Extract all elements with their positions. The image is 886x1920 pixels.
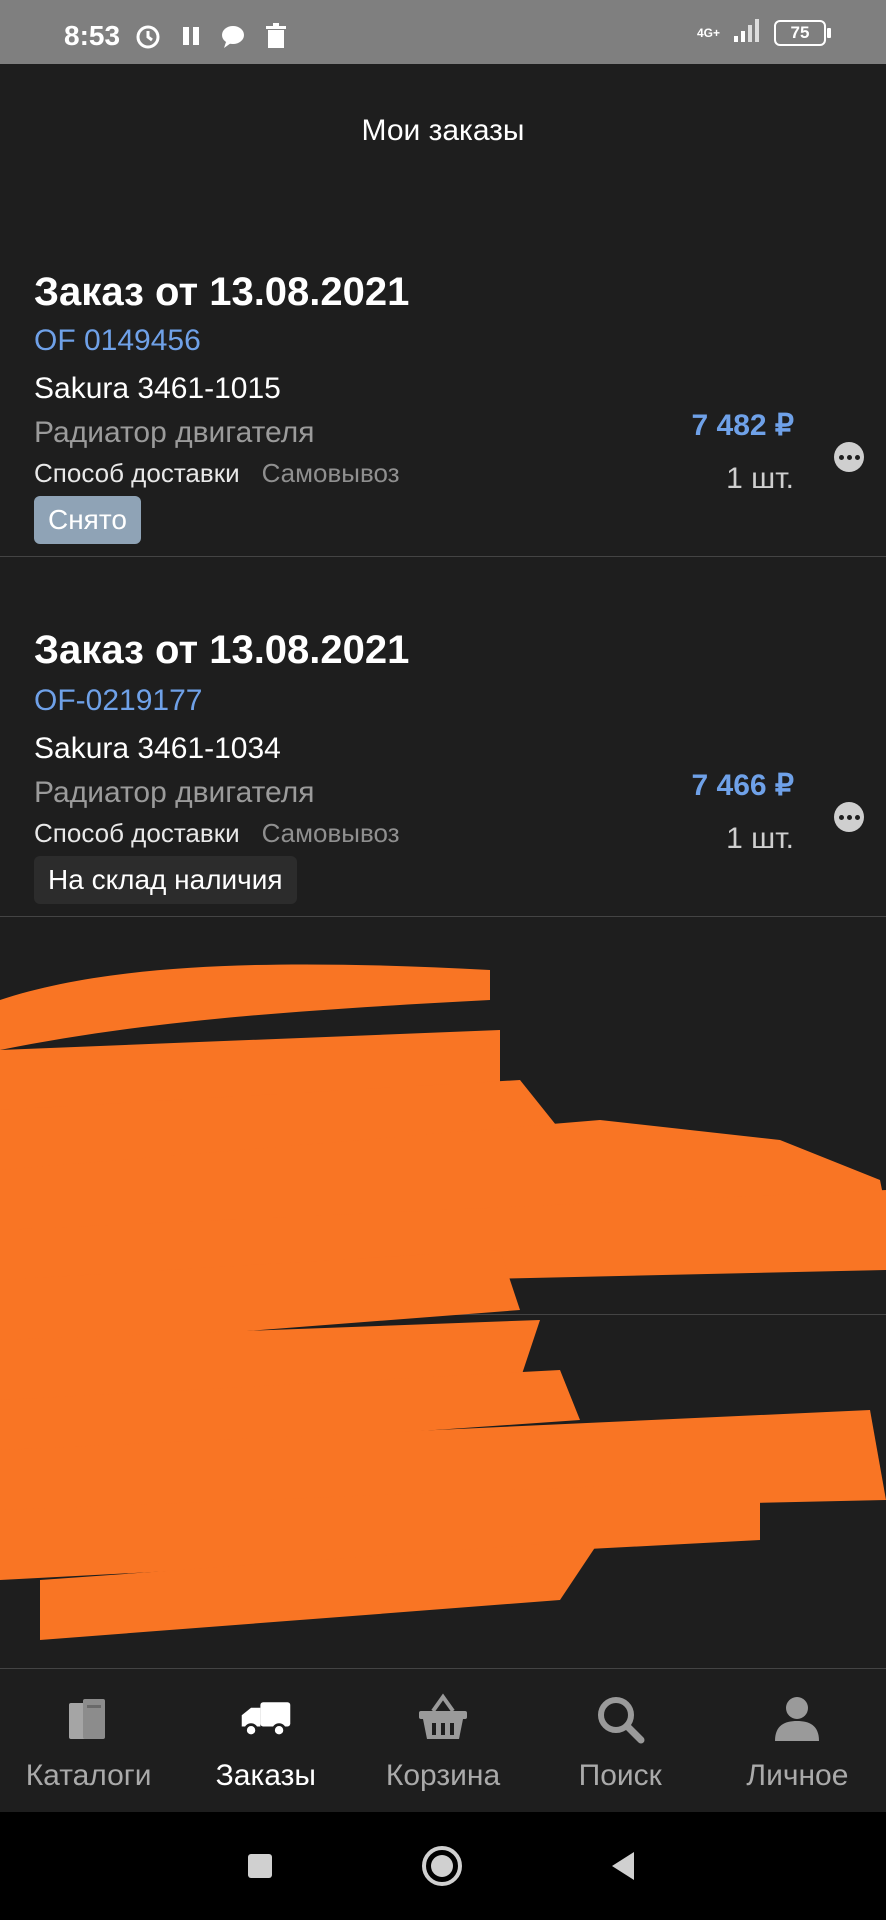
order-card[interactable]: Заказ от 13.08.2021 OF 0149456 Sakura 34… bbox=[0, 230, 886, 557]
order-number[interactable]: OF 0149456 bbox=[34, 324, 201, 358]
signal-icon bbox=[732, 18, 762, 47]
order-quantity: 1 шт. bbox=[726, 822, 794, 855]
nav-item-catalogs[interactable]: Каталоги bbox=[0, 1669, 177, 1813]
system-navigation-bar bbox=[0, 1812, 886, 1920]
pause-icon bbox=[180, 24, 202, 53]
status-system-icons: 4G+ 75 bbox=[696, 18, 831, 47]
back-button[interactable] bbox=[608, 1850, 638, 1887]
status-badge: На склад наличия bbox=[34, 856, 297, 904]
order-date: Заказ от 13.08.2021 bbox=[34, 628, 410, 672]
nav-item-profile[interactable]: Личное bbox=[709, 1669, 886, 1813]
order-number[interactable]: OF-0219177 bbox=[34, 684, 202, 718]
battery-icon: 75 bbox=[774, 19, 831, 46]
redaction-scribble bbox=[0, 964, 886, 1640]
network-label: 4G+ bbox=[696, 25, 720, 40]
person-icon bbox=[769, 1691, 825, 1747]
trash-icon bbox=[264, 23, 288, 54]
order-date: Заказ от 13.08.2021 bbox=[34, 270, 410, 314]
order-price: 7 466 ₽ bbox=[691, 769, 795, 802]
recent-apps-button[interactable] bbox=[246, 1852, 274, 1885]
nav-item-search[interactable]: Поиск bbox=[532, 1669, 709, 1813]
nav-label: Корзина bbox=[385, 1759, 501, 1792]
nav-label: Каталоги bbox=[25, 1759, 152, 1792]
nav-item-orders[interactable]: Заказы bbox=[177, 1669, 354, 1813]
nav-label: Заказы bbox=[215, 1759, 316, 1792]
status-bar: 8:53 4G+ 75 bbox=[0, 0, 886, 64]
more-options-icon[interactable] bbox=[834, 802, 864, 832]
nav-label: Поиск bbox=[578, 1759, 662, 1792]
delivery-value: Самовывоз bbox=[261, 818, 400, 848]
order-product-name: Радиатор двигателя bbox=[34, 416, 315, 449]
search-icon bbox=[592, 1691, 648, 1747]
bottom-navigation: Каталоги Заказы Корзина Поиск Личное bbox=[0, 1668, 886, 1813]
status-badge: Снято bbox=[34, 496, 141, 544]
order-delivery: Способ доставки Самовывоз bbox=[34, 458, 400, 489]
order-sku: Sakura 3461-1034 bbox=[34, 732, 281, 765]
nav-label: Личное bbox=[746, 1759, 849, 1792]
more-options-icon[interactable] bbox=[834, 442, 864, 472]
nav-item-cart[interactable]: Корзина bbox=[354, 1669, 531, 1813]
book-icon bbox=[61, 1691, 117, 1747]
order-quantity: 1 шт. bbox=[726, 462, 794, 495]
chat-icon bbox=[220, 23, 246, 54]
order-sku: Sakura 3461-1015 bbox=[34, 372, 281, 405]
truck-icon bbox=[238, 1691, 294, 1747]
page-title: Мои заказы bbox=[361, 114, 525, 147]
page-header: Мои заказы bbox=[0, 64, 886, 194]
order-delivery: Способ доставки Самовывоз bbox=[34, 818, 400, 849]
delivery-label: Способ доставки bbox=[34, 818, 240, 848]
status-time: 8:53 bbox=[64, 20, 121, 51]
alarm-icon bbox=[134, 22, 162, 55]
basket-icon bbox=[415, 1691, 471, 1747]
order-product-name: Радиатор двигателя bbox=[34, 776, 315, 809]
status-notification-icons bbox=[134, 22, 288, 55]
delivery-label: Способ доставки bbox=[34, 458, 240, 488]
order-card[interactable]: Заказ от 13.08.2021 OF-0219177 Sakura 34… bbox=[0, 556, 886, 917]
delivery-value: Самовывоз bbox=[261, 458, 400, 488]
order-price: 7 482 ₽ bbox=[691, 409, 795, 442]
home-button[interactable] bbox=[420, 1844, 464, 1893]
